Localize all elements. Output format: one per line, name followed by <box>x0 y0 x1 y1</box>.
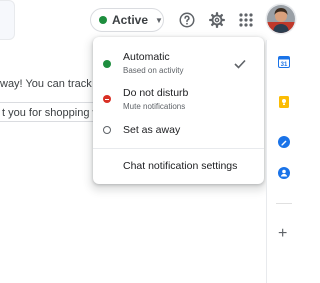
search-box-edge[interactable] <box>0 0 15 40</box>
menu-item-title: Set as away <box>123 124 181 136</box>
menu-item-title: Automatic <box>123 51 170 63</box>
tasks-icon[interactable] <box>278 136 290 148</box>
keep-icon[interactable] <box>278 96 290 108</box>
side-panel-divider <box>276 203 292 204</box>
settings-icon[interactable] <box>208 11 226 29</box>
menu-item-subtitle: Mute notifications <box>123 102 186 111</box>
caret-down-icon: ▼ <box>155 15 163 25</box>
add-icon[interactable]: + <box>278 226 287 242</box>
status-chip[interactable]: Active ▼ <box>90 8 164 32</box>
menu-item-subtitle: Based on activity <box>123 66 184 75</box>
chat-notification-settings-link[interactable]: Chat notification settings <box>93 155 264 177</box>
svg-text:31: 31 <box>281 62 288 68</box>
menu-divider <box>93 148 264 149</box>
account-avatar-icon[interactable] <box>267 5 295 33</box>
side-panel: 31 + <box>266 40 301 283</box>
help-icon[interactable] <box>178 11 196 29</box>
menu-item-set-as-away[interactable]: Set as away <box>93 120 264 140</box>
message-snippet-box: t you for shopping wit <box>0 102 95 122</box>
away-circle-icon <box>103 126 111 134</box>
contacts-icon[interactable] <box>278 167 290 179</box>
status-label: Active <box>112 13 149 27</box>
do-not-disturb-icon <box>103 95 111 103</box>
apps-grid-icon[interactable] <box>237 11 255 29</box>
green-dot-icon <box>103 60 111 68</box>
checkmark-icon <box>234 56 246 74</box>
menu-item-automatic[interactable]: Automatic Based on activity <box>93 45 264 79</box>
menu-item-title: Do not disturb <box>123 87 189 99</box>
calendar-icon[interactable]: 31 <box>278 56 290 68</box>
message-snippet: way! You can track it a <box>0 78 95 90</box>
status-dot-icon <box>99 16 107 24</box>
menu-item-title: Chat notification settings <box>123 160 238 172</box>
menu-item-do-not-disturb[interactable]: Do not disturb Mute notifications <box>93 83 264 115</box>
status-menu: Automatic Based on activity Do not distu… <box>93 37 264 184</box>
